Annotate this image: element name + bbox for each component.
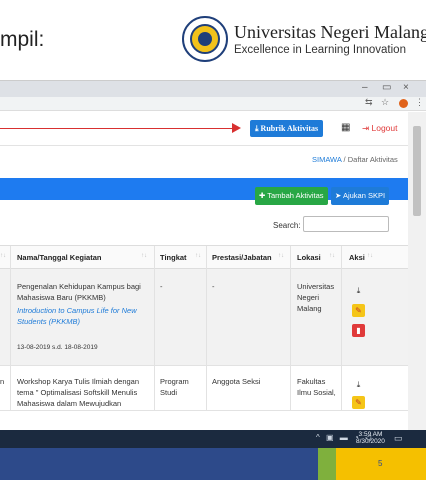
rubrik-label: Rubrik Aktivitas (260, 124, 319, 133)
rubrik-aktivitas-button[interactable]: ⤓ Rubrik Aktivitas (250, 120, 324, 137)
university-tagline: Excellence in Learning Innovation (234, 44, 406, 56)
row-tingkat: Program Studi (160, 377, 189, 397)
column-divider (10, 269, 11, 366)
header-tingkat[interactable]: Tingkat (160, 253, 187, 262)
taskbar-clock[interactable]: 3:59 AM 8/30/2020 (356, 431, 385, 445)
row-tingkat: - (160, 282, 163, 291)
clock-time: 3:59 AM (358, 431, 383, 438)
table-row: n Workshop Karya Tulis Ilmiah dengan tem… (0, 366, 408, 411)
slide: mpil: Universitas Negeri Malang Excellen… (0, 0, 426, 480)
row-prestasi: Anggota Seksi (212, 377, 261, 386)
edit-icon[interactable]: ✎ (352, 396, 365, 409)
footer-green-block (318, 448, 336, 480)
close-icon[interactable]: × (403, 82, 409, 93)
edit-icon[interactable]: ✎ (352, 304, 365, 317)
sort-icon[interactable]: ↑↓ (329, 253, 335, 259)
maximize-icon[interactable]: ▭ (382, 82, 391, 93)
row-title: Pengenalan Kehidupan Kampus bagi Mahasis… (17, 282, 141, 302)
browser-titlebar: – ▭ × (0, 81, 426, 97)
column-divider (154, 366, 155, 411)
grid-menu-icon[interactable]: ▦ (341, 122, 350, 133)
sort-icon[interactable]: ↑↓ (0, 253, 6, 259)
trash-icon[interactable]: ▮ (352, 324, 365, 337)
table-row: Pengenalan Kehidupan Kampus bagi Mahasis… (0, 269, 408, 366)
table-header: ↑↓ Nama/Tanggal Kegiatan ↑↓ Tingkat ↑↓ P… (0, 245, 408, 270)
scroll-thumb[interactable] (413, 126, 421, 216)
university-logo (182, 16, 228, 62)
slide-heading: mpil: (0, 28, 45, 51)
row-prestasi: - (212, 282, 215, 291)
logout-link[interactable]: ⇥ Logout (362, 123, 397, 134)
sort-icon[interactable]: ↑↓ (195, 253, 201, 259)
annotation-arrow-line (0, 128, 236, 129)
ajukan-label: Ajukan SKPI (342, 191, 386, 200)
profile-avatar[interactable] (399, 99, 408, 108)
tambah-aktivitas-button[interactable]: ✚ Tambah Aktivitas (255, 187, 328, 205)
send-icon: ➤ (335, 191, 343, 200)
breadcrumb-separator: / (343, 155, 346, 164)
column-divider (290, 246, 291, 270)
logout-label: Logout (371, 123, 398, 133)
browser-address-bar[interactable]: ⇆ ☆ ⋮ (0, 97, 426, 111)
row-title: Workshop Karya Tulis Ilmiah dengan tema … (17, 377, 140, 408)
row-lokasi: Universitas Negeri Malang (297, 282, 335, 313)
column-divider (290, 366, 291, 411)
sort-icon[interactable]: ↑↓ (141, 253, 147, 259)
column-divider (206, 246, 207, 270)
browser-window: – ▭ × ⇆ ☆ ⋮ ⤓ Rubrik Aktivitas ▦ ⇥ Logou… (0, 80, 426, 430)
column-divider (154, 246, 155, 270)
page-number: 5 (378, 459, 383, 468)
activity-table: ↑↓ Nama/Tanggal Kegiatan ↑↓ Tingkat ↑↓ P… (0, 245, 408, 411)
breadcrumb-simawa[interactable]: SIMAWA (312, 155, 341, 164)
header-prestasi[interactable]: Prestasi/Jabatan (212, 253, 272, 262)
search-input[interactable] (303, 216, 389, 232)
app-navbar: ⤓ Rubrik Aktivitas ▦ ⇥ Logout (0, 112, 426, 146)
row-left-fragment: n (0, 377, 5, 386)
column-divider (206, 269, 207, 366)
breadcrumb-current: Daftar Aktivitas (347, 155, 398, 164)
notification-icon[interactable]: ▭ (394, 433, 403, 444)
row-lokasi: Fakultas Ilmu Sosial, (297, 377, 336, 397)
tambah-label: Tambah Aktivitas (267, 191, 324, 200)
slide-footer: 5 (0, 448, 426, 480)
translate-icon[interactable]: ⇆ (365, 97, 373, 108)
sort-icon[interactable]: ↑↓ (367, 253, 373, 259)
sort-icon[interactable]: ↑↓ (278, 253, 284, 259)
plus-icon: ✚ (259, 191, 268, 200)
header-aksi: Aksi (349, 253, 365, 262)
os-taskbar: ^ ▣ ▬ ◔ ◁ 3:59 AM 8/30/2020 ▭ (0, 430, 426, 448)
star-icon[interactable]: ☆ (381, 97, 389, 108)
row-date: 13-08-2019 s.d. 18-08-2019 (17, 344, 98, 351)
column-divider (341, 366, 342, 411)
browser-menu-icon[interactable]: ⋮ (415, 97, 424, 108)
breadcrumb: SIMAWA / Daftar Aktivitas (312, 155, 398, 164)
annotation-arrow-head (232, 123, 241, 133)
column-divider (290, 269, 291, 366)
column-divider (10, 246, 11, 270)
ajukan-skpi-button[interactable]: ➤ Ajukan SKPI (331, 187, 390, 205)
university-name: Universitas Negeri Malang (234, 22, 426, 42)
minimize-icon[interactable]: – (362, 82, 368, 93)
clock-date: 8/30/2020 (356, 438, 385, 445)
logo-core (198, 32, 212, 46)
header-nama[interactable]: Nama/Tanggal Kegiatan (17, 253, 101, 262)
download-icon[interactable]: ⤓ (352, 378, 365, 391)
column-divider (154, 269, 155, 366)
column-divider (341, 269, 342, 366)
header-lokasi[interactable]: Lokasi (297, 253, 321, 262)
column-divider (10, 366, 11, 411)
row-subtitle[interactable]: Introduction to Campus Life for New Stud… (17, 305, 149, 327)
column-divider (341, 246, 342, 270)
download-icon[interactable]: ⤓ (352, 284, 365, 297)
page-scrollbar[interactable] (408, 112, 426, 430)
column-divider (206, 366, 207, 411)
search-label: Search: (273, 221, 301, 230)
